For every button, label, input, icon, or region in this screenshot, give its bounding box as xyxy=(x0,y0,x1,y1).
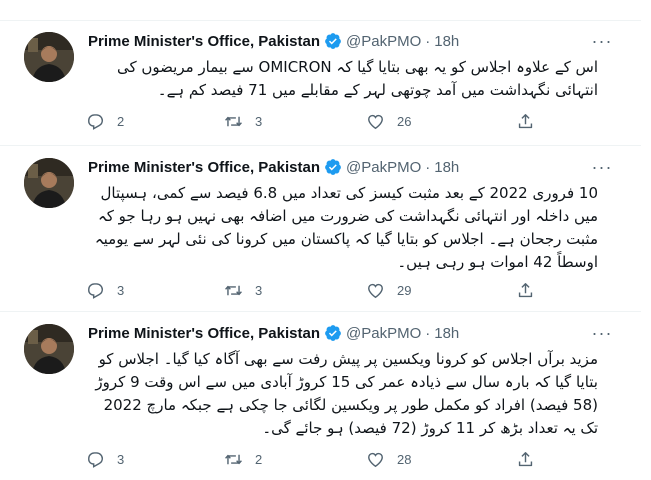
separator-dot: · xyxy=(425,32,431,50)
retweet-count: 2 xyxy=(255,451,263,467)
previous-tweet-bottom xyxy=(0,0,641,21)
tweet[interactable]: Prime Minister's Office, Pakistan @PakPM… xyxy=(0,20,641,146)
avatar[interactable] xyxy=(24,32,74,82)
timestamp[interactable]: 18h xyxy=(434,325,459,342)
separator-dot: · xyxy=(425,158,431,176)
tweet[interactable]: Prime Minister's Office, Pakistan @PakPM… xyxy=(0,312,641,480)
like-button[interactable]: 26 xyxy=(366,112,411,131)
retweet-button[interactable]: 2 xyxy=(224,450,262,469)
tweet-header: Prime Minister's Office, Pakistan @PakPM… xyxy=(88,30,459,52)
author-name[interactable]: Prime Minister's Office, Pakistan xyxy=(88,159,320,176)
like-count: 26 xyxy=(397,113,412,129)
like-icon xyxy=(368,283,383,298)
avatar[interactable] xyxy=(24,324,74,374)
author-handle[interactable]: @PakPMO xyxy=(346,33,421,50)
retweet-icon xyxy=(225,285,242,295)
reply-icon xyxy=(88,451,104,468)
tweet-text: اس کے علاوہ اجلاس کو یہ بھی بتایا گیا کہ… xyxy=(117,58,598,99)
timestamp[interactable]: 18h xyxy=(434,33,459,50)
share-icon xyxy=(518,113,533,128)
separator-dot: · xyxy=(425,324,431,342)
tweet[interactable]: Prime Minister's Office, Pakistan @PakPM… xyxy=(0,146,641,312)
reply-count: 3 xyxy=(117,451,125,467)
share-button[interactable] xyxy=(516,281,535,300)
share-button[interactable] xyxy=(516,450,535,469)
like-count: 29 xyxy=(397,282,412,298)
reply-count: 2 xyxy=(117,113,125,129)
share-icon xyxy=(518,282,533,297)
like-icon xyxy=(368,452,383,467)
tweet-actions: 3 2 28 xyxy=(86,448,546,470)
reply-button[interactable]: 2 xyxy=(86,112,124,131)
timestamp[interactable]: 18h xyxy=(434,159,459,176)
more-icon[interactable]: ··· xyxy=(591,322,613,344)
retweet-icon xyxy=(225,454,242,464)
retweet-count: 3 xyxy=(255,282,263,298)
retweet-count: 3 xyxy=(255,113,263,129)
like-count: 28 xyxy=(397,451,412,467)
more-icon[interactable]: ··· xyxy=(591,30,613,52)
verified-badge-icon xyxy=(325,325,341,341)
tweet-header: Prime Minister's Office, Pakistan @PakPM… xyxy=(88,156,459,178)
more-icon[interactable]: ··· xyxy=(591,156,613,178)
author-handle[interactable]: @PakPMO xyxy=(346,159,421,176)
author-handle[interactable]: @PakPMO xyxy=(346,325,421,342)
share-icon xyxy=(518,451,533,466)
reply-button[interactable]: 3 xyxy=(86,450,124,469)
like-button[interactable]: 28 xyxy=(366,450,411,469)
author-name[interactable]: Prime Minister's Office, Pakistan xyxy=(88,325,320,342)
verified-badge-icon xyxy=(325,159,341,175)
like-icon xyxy=(368,114,383,129)
reply-count: 3 xyxy=(117,282,125,298)
tweet-text: مزید برآں اجلاس کو کرونا ویکسین پر پیش ر… xyxy=(95,350,598,437)
verified-badge-icon xyxy=(325,33,341,49)
tweet-text: 10 فروری 2022 کے بعد مثبت کیسز کی تعداد … xyxy=(94,184,598,271)
reply-icon xyxy=(88,113,104,130)
reply-button[interactable]: 3 xyxy=(86,281,124,300)
author-name[interactable]: Prime Minister's Office, Pakistan xyxy=(88,33,320,50)
avatar[interactable] xyxy=(24,158,74,208)
retweet-icon xyxy=(225,116,242,126)
retweet-button[interactable]: 3 xyxy=(224,281,262,300)
tweet-actions: 3 3 29 xyxy=(86,279,546,301)
tweet-header: Prime Minister's Office, Pakistan @PakPM… xyxy=(88,322,459,344)
reply-icon xyxy=(88,282,104,299)
like-button[interactable]: 29 xyxy=(366,281,411,300)
share-button[interactable] xyxy=(516,112,535,131)
retweet-button[interactable]: 3 xyxy=(224,112,262,131)
tweet-actions: 2 3 26 xyxy=(86,110,546,132)
